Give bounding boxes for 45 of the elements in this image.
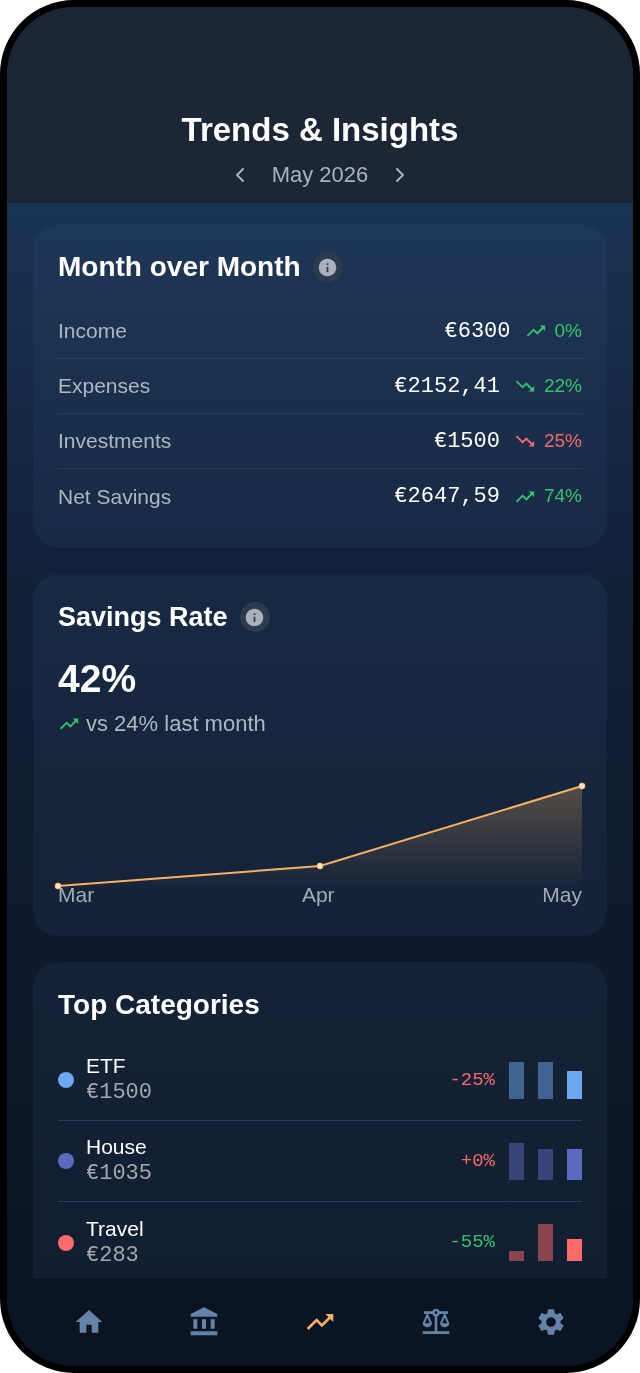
change-percent: 25%: [543, 428, 582, 453]
category-name: Travel: [86, 1215, 145, 1242]
mini-bar: [509, 1251, 524, 1261]
mini-bar: [538, 1148, 553, 1180]
category-amount: €283: [86, 1241, 140, 1270]
chart-point: [54, 882, 62, 890]
mini-bar: [567, 1239, 582, 1261]
change-percent: 74%: [543, 484, 582, 509]
mini-bar: [567, 1148, 582, 1180]
axis-label: Mar: [58, 883, 95, 907]
metric-label: Investments: [58, 428, 173, 455]
mini-bar: [538, 1061, 553, 1099]
mini-bar: [567, 1070, 582, 1099]
metric-value: €1500: [433, 427, 500, 456]
category-name: ETF: [86, 1053, 127, 1079]
comparison-text: vs 24% last month: [86, 712, 266, 736]
change-percent: -25%: [449, 1067, 495, 1093]
card-title: Top Categories: [58, 991, 261, 1019]
mini-bar: [509, 1061, 524, 1099]
chart-point: [578, 782, 586, 790]
metric-label: Net Savings: [58, 483, 173, 510]
metric-value: €6300: [444, 317, 511, 346]
change-percent: 22%: [543, 373, 582, 398]
category-amount: €1500: [86, 1079, 153, 1107]
metric-value: €2152,41: [394, 372, 500, 401]
card-title: Month over Month: [58, 253, 301, 281]
period-label: May 2026: [271, 162, 369, 188]
category-name: House: [86, 1134, 148, 1160]
info-icon[interactable]: [312, 252, 343, 282]
axis-label: Apr: [301, 883, 335, 907]
mini-bar: [538, 1224, 553, 1261]
chart-point: [316, 862, 324, 870]
card-title: Savings Rate: [58, 603, 228, 631]
metric-value: €2647,59: [394, 483, 500, 511]
info-icon[interactable]: [239, 602, 270, 632]
change-percent: 0%: [554, 318, 582, 343]
change-percent: -55%: [449, 1230, 495, 1256]
mini-bar: [509, 1142, 524, 1180]
metric-label: Income: [58, 318, 128, 345]
axis-label: May: [542, 883, 582, 907]
savings-rate-value: 42%: [58, 656, 138, 702]
metric-label: Expenses: [58, 373, 152, 400]
category-amount: €1035: [86, 1160, 153, 1188]
page-title: Trends & Insights: [181, 110, 459, 150]
change-percent: +0%: [460, 1148, 495, 1174]
